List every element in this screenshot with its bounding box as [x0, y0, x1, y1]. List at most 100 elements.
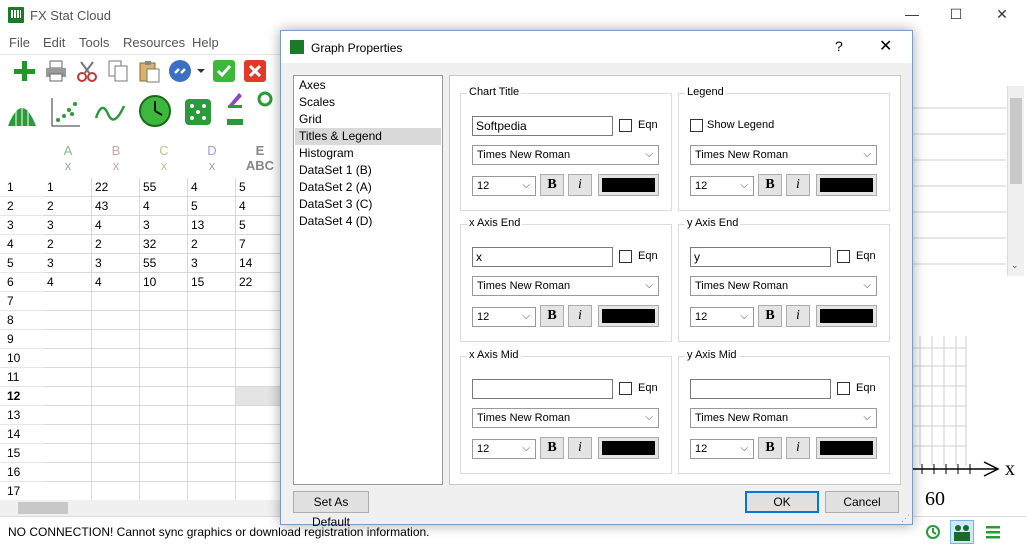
line-graph-icon[interactable]: [94, 96, 126, 128]
table-cell[interactable]: 15: [188, 273, 236, 292]
font-size-select[interactable]: 12 ⌵: [472, 176, 536, 196]
table-cell[interactable]: [236, 482, 280, 500]
table-cell[interactable]: 3: [188, 254, 236, 273]
table-cell[interactable]: [236, 406, 280, 425]
table-cell[interactable]: [140, 292, 188, 311]
font-select[interactable]: Times New Roman ⌵: [472, 276, 659, 296]
table-cell[interactable]: 3: [140, 216, 188, 235]
minus-icon[interactable]: [226, 116, 244, 128]
y-axis-end-input[interactable]: y: [690, 247, 831, 267]
menu-tools[interactable]: Tools: [79, 35, 109, 50]
table-cell[interactable]: [92, 330, 140, 349]
cancel-button[interactable]: Cancel: [825, 491, 899, 513]
nav-axes[interactable]: Axes: [295, 77, 441, 94]
table-cell[interactable]: 5: [236, 216, 280, 235]
row-header[interactable]: 9: [0, 330, 44, 349]
color-picker-button[interactable]: [598, 174, 659, 196]
bold-button[interactable]: B: [758, 437, 782, 459]
eqn-checkbox[interactable]: [837, 382, 850, 395]
table-cell[interactable]: 5: [188, 197, 236, 216]
font-select[interactable]: Times New Roman ⌵: [472, 408, 659, 428]
table-cell[interactable]: 3: [44, 254, 92, 273]
color-picker-button[interactable]: [816, 174, 877, 196]
table-cell[interactable]: 55: [140, 254, 188, 273]
table-cell[interactable]: [236, 330, 280, 349]
row-header[interactable]: 3: [0, 216, 44, 235]
help-button[interactable]: ?: [835, 38, 843, 54]
table-cell[interactable]: 43: [92, 197, 140, 216]
table-cell[interactable]: 1: [44, 178, 92, 197]
table-cell[interactable]: [140, 406, 188, 425]
eqn-checkbox[interactable]: [619, 382, 632, 395]
row-header[interactable]: 6: [0, 273, 44, 292]
table-cell[interactable]: [92, 368, 140, 387]
table-cell[interactable]: [188, 463, 236, 482]
row-header[interactable]: 12: [0, 387, 44, 406]
eqn-checkbox[interactable]: [619, 250, 632, 263]
table-cell[interactable]: 4: [44, 273, 92, 292]
row-header[interactable]: 4: [0, 235, 44, 254]
table-cell[interactable]: 14: [236, 254, 280, 273]
table-cell[interactable]: 4: [92, 216, 140, 235]
table-cell[interactable]: 4: [188, 178, 236, 197]
histogram-icon[interactable]: [6, 96, 38, 128]
table-cell[interactable]: [92, 482, 140, 500]
row-header[interactable]: 2: [0, 197, 44, 216]
italic-button[interactable]: i: [568, 437, 592, 459]
column-header-b[interactable]: B x: [92, 138, 140, 178]
bold-button[interactable]: B: [540, 305, 564, 327]
color-picker-button[interactable]: [816, 437, 877, 459]
clock-icon[interactable]: [138, 94, 172, 128]
x-axis-end-input[interactable]: x: [472, 247, 613, 267]
table-cell[interactable]: [92, 425, 140, 444]
sync-icon[interactable]: [924, 523, 942, 541]
table-cell[interactable]: [44, 330, 92, 349]
table-cell[interactable]: [188, 349, 236, 368]
y-axis-mid-input[interactable]: [690, 379, 831, 399]
menu-icon[interactable]: [984, 523, 1002, 541]
scrollbar-thumb[interactable]: [18, 502, 68, 514]
table-cell[interactable]: [140, 463, 188, 482]
column-header-c[interactable]: C x: [140, 138, 188, 178]
row-header[interactable]: 7: [0, 292, 44, 311]
table-cell[interactable]: [140, 349, 188, 368]
color-picker-button[interactable]: [816, 305, 877, 327]
table-cell[interactable]: 2: [44, 197, 92, 216]
table-cell[interactable]: 32: [140, 235, 188, 254]
menu-resources[interactable]: Resources: [123, 35, 185, 50]
nav-histogram[interactable]: Histogram: [295, 145, 441, 162]
eqn-checkbox[interactable]: [619, 119, 632, 132]
table-cell[interactable]: [44, 368, 92, 387]
paste-icon[interactable]: [137, 59, 161, 83]
bold-button[interactable]: B: [758, 305, 782, 327]
table-cell[interactable]: 4: [92, 273, 140, 292]
table-cell[interactable]: 10: [140, 273, 188, 292]
menu-edit[interactable]: Edit: [43, 35, 65, 50]
table-cell[interactable]: [140, 482, 188, 500]
nav-dataset-3[interactable]: DataSet 3 (C): [295, 196, 441, 213]
table-cell[interactable]: 13: [188, 216, 236, 235]
table-cell[interactable]: [188, 292, 236, 311]
set-as-default-button[interactable]: Set As Default: [293, 491, 369, 529]
table-cell[interactable]: [92, 292, 140, 311]
table-cell[interactable]: [140, 387, 188, 406]
nav-dataset-1[interactable]: DataSet 1 (B): [295, 162, 441, 179]
font-size-select[interactable]: 12 ⌵: [690, 307, 754, 327]
table-cell[interactable]: [188, 311, 236, 330]
link-icon[interactable]: [168, 59, 192, 83]
font-size-select[interactable]: 12 ⌵: [690, 176, 754, 196]
table-cell[interactable]: 22: [236, 273, 280, 292]
dice-icon[interactable]: [182, 94, 216, 128]
font-select[interactable]: Times New Roman ⌵: [690, 276, 877, 296]
row-header[interactable]: 11: [0, 368, 44, 387]
table-cell[interactable]: 2: [92, 235, 140, 254]
chevron-down-icon[interactable]: ⌄: [1011, 260, 1019, 271]
table-cell[interactable]: [236, 463, 280, 482]
table-cell[interactable]: [188, 482, 236, 500]
table-cell[interactable]: [236, 292, 280, 311]
table-cell[interactable]: 5: [236, 178, 280, 197]
italic-button[interactable]: i: [786, 437, 810, 459]
accept-icon[interactable]: [212, 59, 236, 83]
table-cell[interactable]: [140, 311, 188, 330]
table-cell[interactable]: [44, 292, 92, 311]
